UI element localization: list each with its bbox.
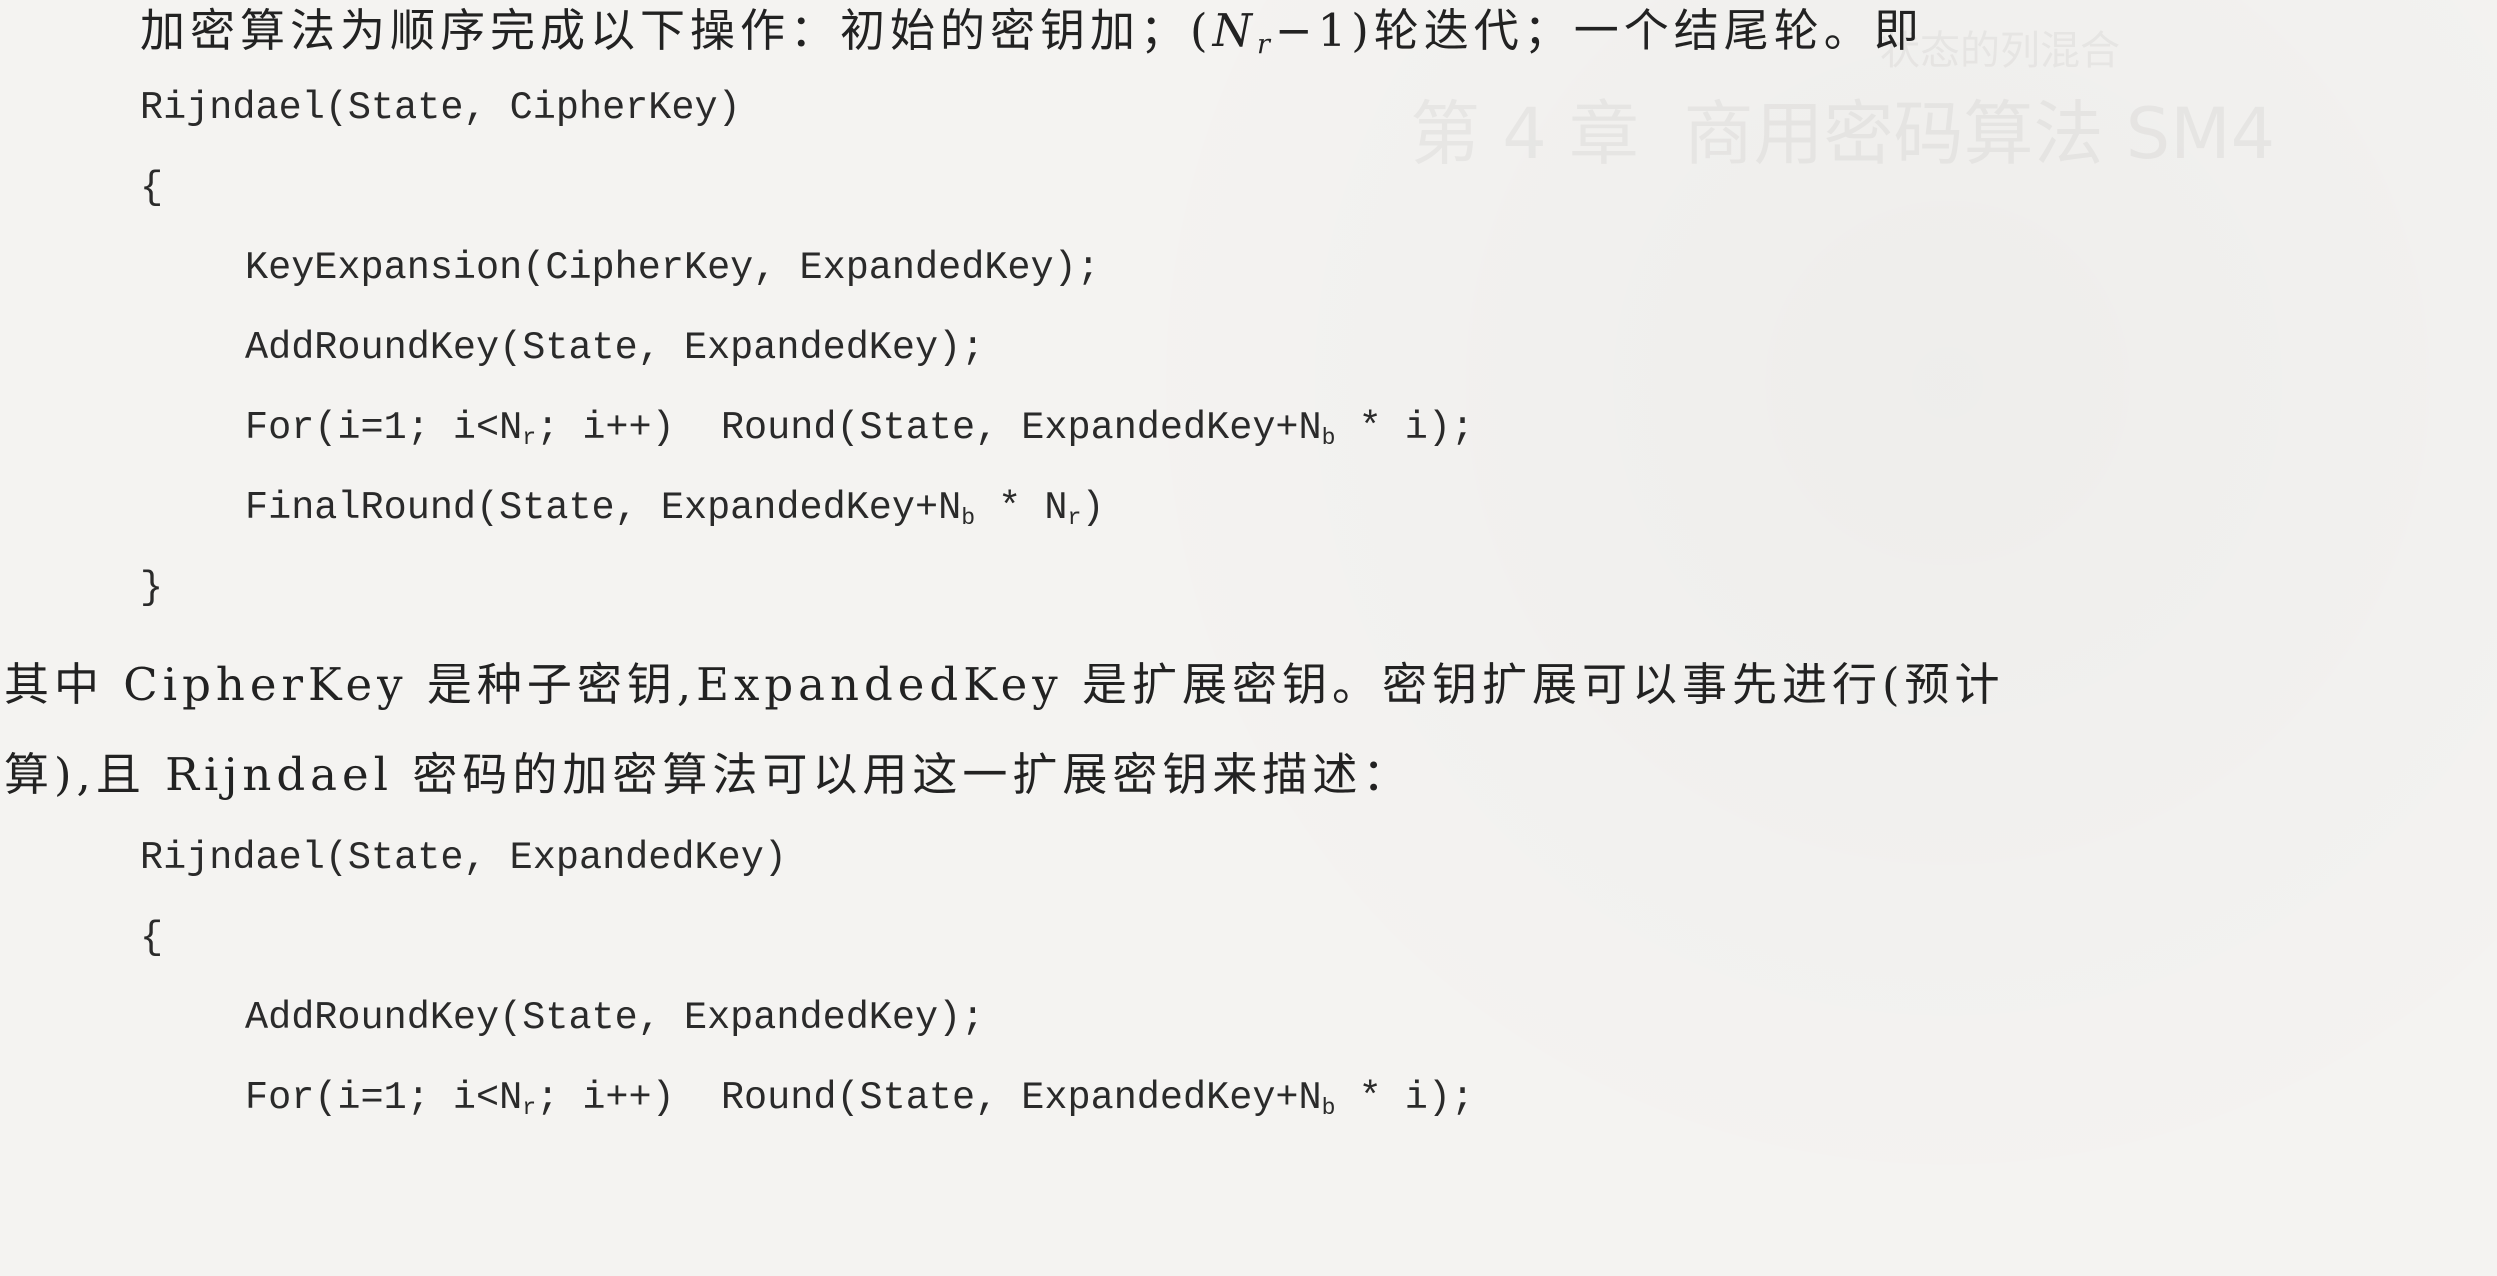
code1-line-4: AddRoundKey(State, ExpandedKey); <box>245 326 985 370</box>
scanned-page: 第 4 章 商用密码算法 SM4 状态的列混合 加密算法为顺序完成以下操作：初始… <box>0 0 2497 1276</box>
code1-line-1: Rijndael(State, CipherKey) <box>140 86 741 130</box>
code2-line-3: AddRoundKey(State, ExpandedKey); <box>245 996 985 1040</box>
para-line-2: 算),且 Rijndael 密码的加密算法可以用这一扩展密钥来描述： <box>4 748 1413 801</box>
code1-line-7: } <box>140 566 164 610</box>
code1-line-3: KeyExpansion(CipherKey, ExpandedKey); <box>245 246 1100 290</box>
para-line-1: 其中 CipherKey 是种子密钥,ExpandedKey 是扩展密钥。密钥扩… <box>4 658 2005 711</box>
intro-line: 加密算法为顺序完成以下操作：初始的密钥加；(Nr−1)轮迭代；一个结尾轮。即 <box>140 4 1924 60</box>
code1-line-2: { <box>140 166 164 210</box>
code1-line-5: For(i=1; i<Nr; i++) Round(State, Expande… <box>245 406 1475 451</box>
code2-line-4: For(i=1; i<Nr; i++) Round(State, Expande… <box>245 1076 1475 1121</box>
code2-line-1: Rijndael(State, ExpandedKey) <box>140 836 787 880</box>
code2-line-2: { <box>140 916 164 960</box>
code1-line-6: FinalRound(State, ExpandedKey+Nb * Nr) <box>245 486 1105 531</box>
show-through-heading: 第 4 章 商用密码算法 SM4 <box>1410 93 2276 175</box>
